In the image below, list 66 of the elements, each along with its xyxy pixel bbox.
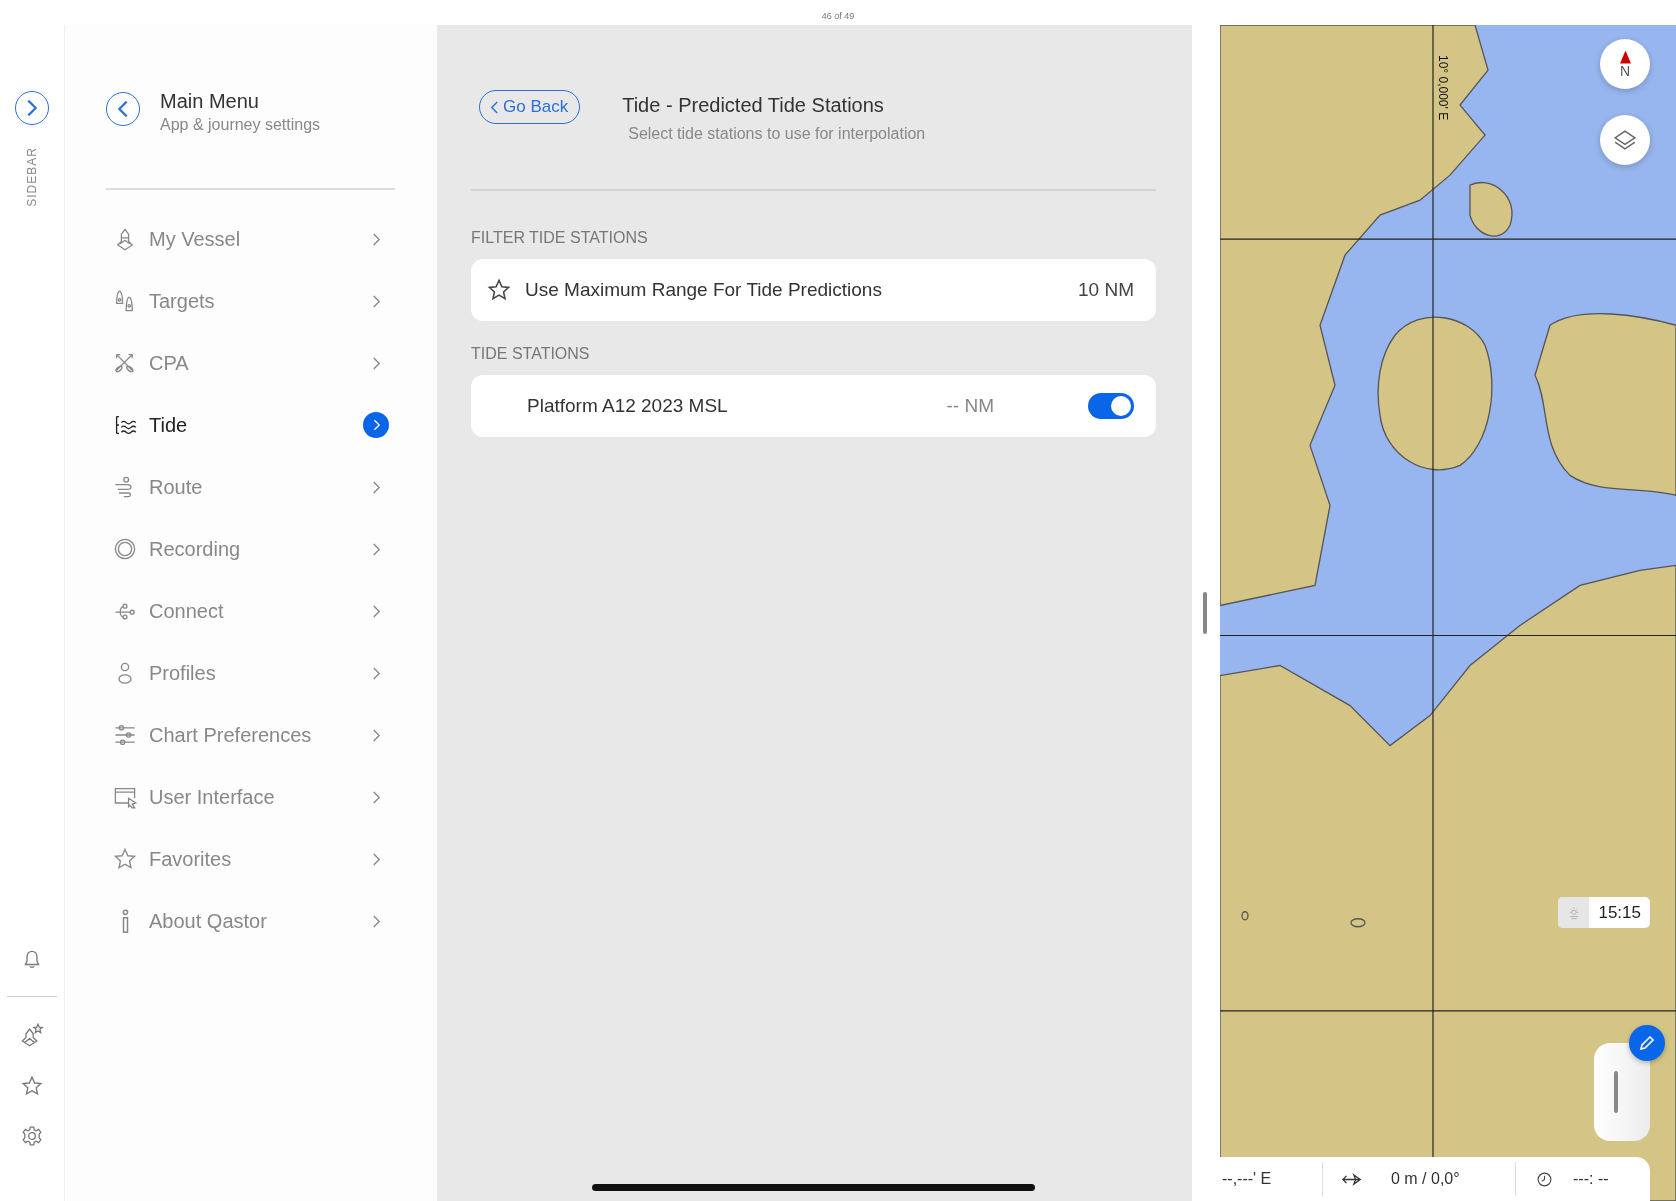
menu-item-icon bbox=[113, 847, 137, 871]
chevron-icon bbox=[27, 100, 37, 116]
menu-item-icon bbox=[113, 785, 137, 809]
menu-title: Main Menu bbox=[160, 90, 260, 113]
chevron-icon bbox=[372, 479, 381, 495]
menu-item-icon bbox=[113, 351, 137, 375]
chevron-icon bbox=[372, 913, 381, 929]
menu-item[interactable]: Recording bbox=[106, 518, 395, 580]
status-value: 0 m / 0,0° bbox=[1391, 1170, 1460, 1188]
station-name: Platform A12 2023 MSL bbox=[526, 394, 729, 417]
north-arrow-icon bbox=[1619, 49, 1631, 64]
menu-item[interactable]: CPA bbox=[106, 332, 395, 394]
chevron-icon bbox=[118, 101, 128, 117]
slider-panel[interactable] bbox=[1594, 1043, 1650, 1141]
menu-item-icon bbox=[113, 723, 137, 747]
menu-item[interactable]: User Interface bbox=[106, 766, 395, 828]
page-title: Tide - Predicted Tide Stations bbox=[622, 94, 885, 117]
chevron-icon bbox=[372, 231, 381, 247]
chevron-icon bbox=[372, 355, 381, 371]
menu-item[interactable]: Targets bbox=[106, 270, 395, 332]
sidebar-label: SIDEBAR bbox=[25, 147, 39, 207]
meridian-label: 10° 0,000' E bbox=[1436, 55, 1450, 121]
chevron-icon bbox=[372, 603, 381, 619]
chevron-icon bbox=[372, 541, 381, 557]
status-value: --,---' E bbox=[1222, 1170, 1272, 1188]
nautical-map-drawing[interactable] bbox=[1220, 25, 1676, 1201]
layers-icon bbox=[1614, 130, 1636, 150]
menu-item[interactable]: Route bbox=[106, 456, 395, 518]
menu-item[interactable]: Connect bbox=[106, 580, 395, 642]
clock-icon bbox=[1536, 1170, 1553, 1188]
settings-icon[interactable] bbox=[21, 1125, 43, 1147]
menu-item-icon bbox=[121, 909, 129, 933]
back-button[interactable] bbox=[106, 92, 140, 126]
resize-handle[interactable] bbox=[1203, 592, 1207, 634]
menu-item[interactable]: Tide bbox=[106, 394, 395, 456]
arrow-icon bbox=[1341, 1171, 1363, 1187]
menu-item[interactable]: My Vessel bbox=[106, 208, 395, 270]
menu-item-icon bbox=[113, 413, 137, 437]
chevron-icon bbox=[372, 293, 381, 309]
chevron-icon bbox=[372, 665, 381, 681]
star-icon[interactable] bbox=[21, 1075, 43, 1097]
station-distance: -- NM bbox=[946, 394, 994, 417]
station-toggle[interactable] bbox=[1088, 392, 1134, 419]
vessel-star-icon[interactable] bbox=[20, 1023, 44, 1047]
menu-subtitle: App & journey settings bbox=[160, 116, 321, 134]
chevron-icon bbox=[372, 851, 381, 867]
page-counter: 46 of 49 bbox=[821, 11, 855, 22]
menu-item[interactable]: About Qastor bbox=[106, 890, 395, 952]
range-setting-label[interactable]: Use Maximum Range For Tide Predictions bbox=[525, 278, 1065, 301]
section-heading: FILTER TIDE STATIONS bbox=[471, 228, 649, 247]
menu-item[interactable]: Chart Preferences bbox=[106, 704, 395, 766]
range-value[interactable]: 10 NM bbox=[1078, 278, 1134, 301]
menu-item[interactable]: Favorites bbox=[106, 828, 395, 890]
chevron-icon bbox=[490, 99, 499, 115]
pencil-icon bbox=[1640, 1036, 1654, 1050]
menu-item-icon bbox=[113, 537, 137, 561]
sidebar-toggle-button[interactable] bbox=[15, 91, 49, 125]
chevron-icon bbox=[372, 789, 381, 805]
chevron-icon bbox=[363, 412, 389, 438]
page-subtitle: Select tide stations to use for interpolation bbox=[627, 125, 926, 143]
star-icon bbox=[487, 277, 511, 302]
time-chip[interactable]: 15:15 bbox=[1558, 897, 1650, 928]
menu-item[interactable]: Profiles bbox=[106, 642, 395, 704]
chevron-icon bbox=[372, 727, 381, 743]
status-value: ---: -- bbox=[1573, 1170, 1609, 1188]
section-heading: TIDE STATIONS bbox=[471, 344, 591, 363]
